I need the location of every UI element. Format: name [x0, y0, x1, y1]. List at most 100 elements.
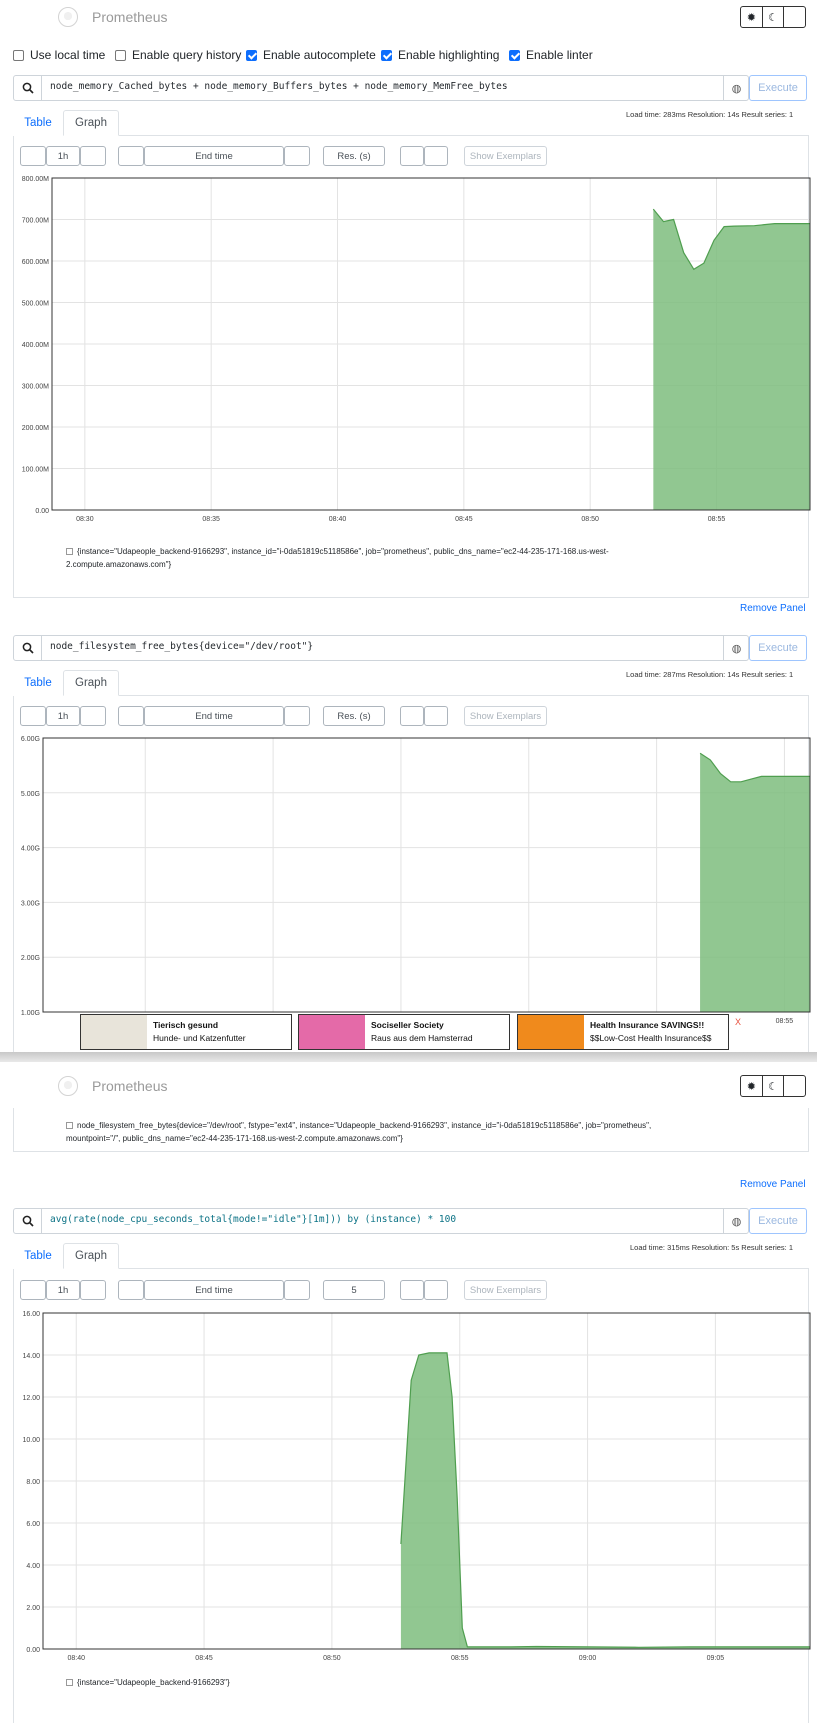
end-time-forward-button[interactable] [284, 706, 310, 726]
tab-table[interactable]: Table [13, 110, 63, 136]
option-enable-linter[interactable]: Enable linter [509, 48, 593, 62]
checkbox[interactable] [115, 49, 126, 61]
tab-table[interactable]: Table [13, 670, 63, 696]
option-enable-highlighting[interactable]: Enable highlighting [381, 48, 499, 62]
y-tick-label: 100.00M [22, 467, 49, 474]
stacked-toggle-button[interactable] [400, 1280, 424, 1300]
ad-item[interactable]: Sociseller Society Raus aus dem Hamsterr… [298, 1014, 510, 1050]
end-time-back-button[interactable] [118, 706, 144, 726]
tab-table[interactable]: Table [13, 1243, 63, 1269]
remove-panel-link[interactable]: Remove Panel [740, 1179, 806, 1190]
range-decrease-button[interactable] [20, 706, 46, 726]
plot-frame [42, 737, 811, 1013]
ad-close-button[interactable]: X [735, 1017, 741, 1027]
x-tick-label: 08:45 [195, 1655, 213, 1662]
x-tick-label: 08:50 [581, 516, 599, 523]
range-input[interactable]: 1h [46, 146, 80, 166]
stacked-toggle-button[interactable] [400, 146, 424, 166]
range-decrease-button[interactable] [20, 146, 46, 166]
app-title[interactable]: Prometheus [92, 9, 167, 25]
expression-input[interactable]: avg(rate(node_cpu_seconds_total{mode!="i… [13, 1208, 749, 1234]
metrics-explorer-icon[interactable]: ◍ [723, 636, 749, 660]
navbar: Prometheus ✹ ☾ [0, 1062, 817, 1097]
end-time-back-button[interactable] [118, 146, 144, 166]
checkbox[interactable] [13, 49, 24, 61]
resolution-input[interactable]: Res. (s) [323, 146, 385, 166]
range-increase-button[interactable] [80, 1280, 106, 1300]
lines-toggle-button[interactable] [424, 706, 448, 726]
tab-graph[interactable]: Graph [63, 110, 119, 136]
y-tick-label: 10.00 [22, 1437, 40, 1444]
end-time-input[interactable]: End time [144, 706, 284, 726]
range-decrease-button[interactable] [20, 1280, 46, 1300]
ad-item[interactable]: Tierisch gesund Hunde- und Katzenfutter [80, 1014, 292, 1050]
series-labels: node_filesystem_free_bytes{device="/dev/… [66, 1121, 652, 1143]
sun-icon[interactable]: ✹ [741, 1076, 763, 1096]
option-enable-query-history[interactable]: Enable query history [115, 48, 241, 62]
moon-icon[interactable]: ☾ [763, 7, 785, 27]
search-icon [14, 76, 42, 100]
y-tick-label: 6.00 [26, 1521, 40, 1528]
theme-auto-button[interactable] [784, 7, 805, 27]
x-tick-label: 08:55 [708, 516, 726, 523]
execute-button[interactable]: Execute [749, 1208, 807, 1234]
x-tick-label: 08:35 [202, 516, 220, 523]
end-time-input[interactable]: End time [144, 146, 284, 166]
range-increase-button[interactable] [80, 706, 106, 726]
y-tick-label: 14.00 [22, 1353, 40, 1360]
series-toggle-swatch[interactable] [66, 548, 73, 555]
ad-title: Tierisch gesund [153, 1020, 219, 1030]
checkbox-checked[interactable] [381, 49, 392, 61]
option-use-local-time[interactable]: Use local time [13, 48, 105, 62]
series-area [653, 209, 810, 510]
lines-toggle-button[interactable] [424, 1280, 448, 1300]
query-text[interactable]: node_memory_Cached_bytes + node_memory_B… [50, 81, 508, 92]
legend-item[interactable]: node_filesystem_free_bytes{device="/dev/… [66, 1119, 706, 1145]
theme-auto-button[interactable] [784, 1076, 805, 1096]
sun-icon[interactable]: ✹ [741, 7, 763, 27]
lines-toggle-button[interactable] [424, 146, 448, 166]
range-input[interactable]: 1h [46, 1280, 80, 1300]
resolution-input[interactable]: Res. (s) [323, 706, 385, 726]
legend-item[interactable]: {instance="Udapeople_backend-9166293", i… [66, 545, 666, 571]
metrics-explorer-icon[interactable]: ◍ [723, 76, 749, 100]
y-tick-label: 16.00 [22, 1311, 40, 1318]
show-exemplars-button[interactable]: Show Exemplars [464, 706, 547, 726]
end-time-forward-button[interactable] [284, 146, 310, 166]
checkbox-checked[interactable] [246, 49, 257, 61]
remove-panel-link[interactable]: Remove Panel [740, 603, 806, 614]
ad-item[interactable]: Health Insurance SAVINGS!! $$Low-Cost He… [517, 1014, 729, 1050]
ad-thumbnail [299, 1015, 365, 1049]
y-tick-label: 8.00 [26, 1479, 40, 1486]
moon-icon[interactable]: ☾ [763, 1076, 785, 1096]
expression-input[interactable]: node_memory_Cached_bytes + node_memory_B… [13, 75, 749, 101]
show-exemplars-button[interactable]: Show Exemplars [464, 1280, 547, 1300]
expression-input[interactable]: node_filesystem_free_bytes{device="/dev/… [13, 635, 749, 661]
tab-graph[interactable]: Graph [63, 1243, 119, 1269]
legend-item[interactable]: {instance="Udapeople_backend-9166293"} [66, 1676, 666, 1689]
execute-button[interactable]: Execute [749, 75, 807, 101]
search-icon [14, 636, 42, 660]
option-enable-autocomplete[interactable]: Enable autocomplete [246, 48, 376, 62]
show-exemplars-button[interactable]: Show Exemplars [464, 146, 547, 166]
range-increase-button[interactable] [80, 146, 106, 166]
query-text[interactable]: avg(rate(node_cpu_seconds_total{mode!="i… [50, 1214, 456, 1225]
resolution-input[interactable]: 5 [323, 1280, 385, 1300]
app-title[interactable]: Prometheus [92, 1078, 167, 1094]
checkbox-checked[interactable] [509, 49, 520, 61]
series-toggle-swatch[interactable] [66, 1679, 73, 1686]
query-text[interactable]: node_filesystem_free_bytes{device="/dev/… [50, 641, 313, 652]
series-toggle-swatch[interactable] [66, 1122, 73, 1129]
execute-button[interactable]: Execute [749, 635, 807, 661]
range-input[interactable]: 1h [46, 706, 80, 726]
y-tick-label: 600.00M [22, 259, 49, 266]
metrics-explorer-icon[interactable]: ◍ [723, 1209, 749, 1233]
end-time-back-button[interactable] [118, 1280, 144, 1300]
prometheus-logo-icon [58, 7, 78, 27]
chart-cpu: 0.00 2.00 4.00 6.00 8.00 10.00 12.00 14.00 16.00… [22, 1311, 811, 1662]
stacked-toggle-button[interactable] [400, 706, 424, 726]
tab-graph[interactable]: Graph [63, 670, 119, 696]
end-time-forward-button[interactable] [284, 1280, 310, 1300]
end-time-input[interactable]: End time [144, 1280, 284, 1300]
y-tick-label: 6.00G [21, 736, 40, 743]
